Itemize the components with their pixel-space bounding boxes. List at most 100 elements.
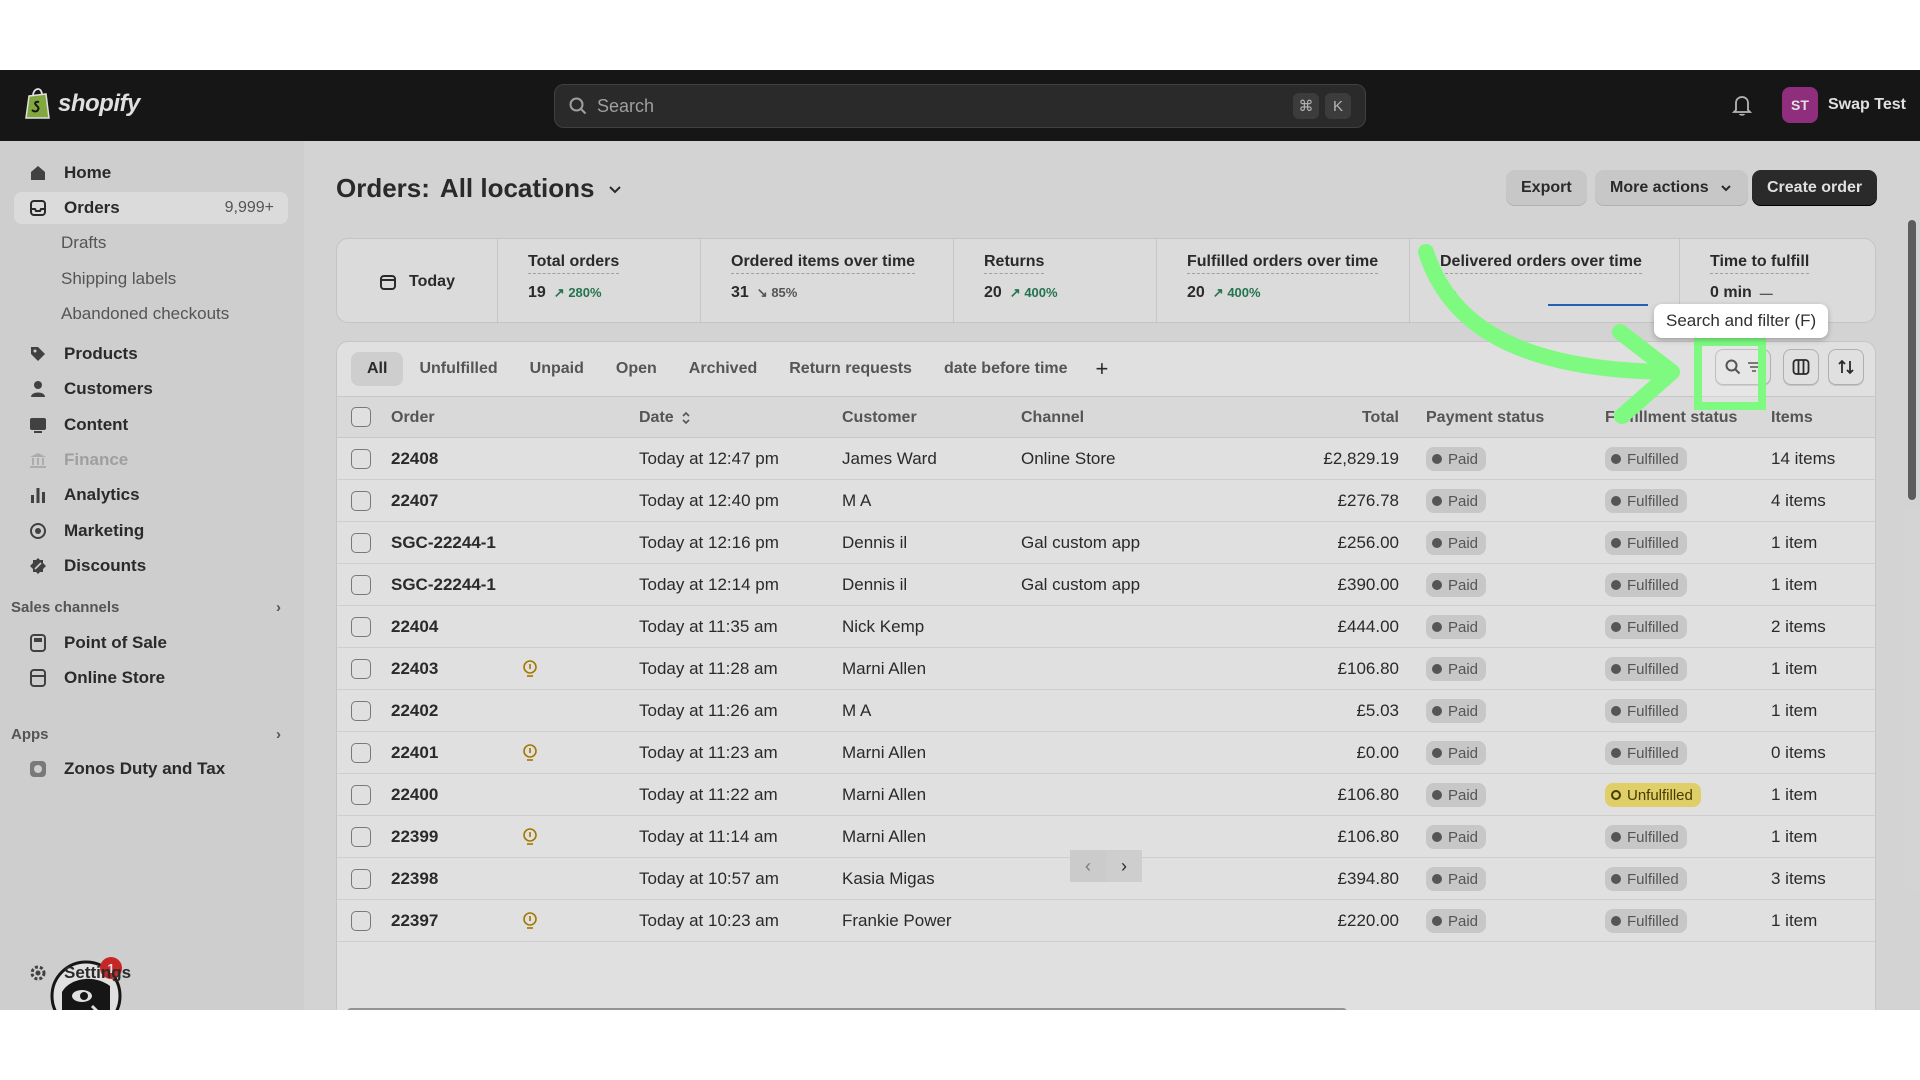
order-channel: Gal custom app [1021, 575, 1141, 594]
add-view-button[interactable]: + [1084, 352, 1121, 386]
order-customer: Kasia Migas [842, 869, 935, 888]
order-total: £394.80 [1337, 869, 1399, 888]
order-number[interactable]: 22404 [391, 617, 438, 637]
row-checkbox[interactable] [351, 785, 371, 805]
sidebar-item-finance[interactable]: Finance [14, 444, 288, 476]
table-row[interactable]: 22397 Today at 10:23 am Frankie Power £220.… [337, 900, 1875, 942]
metric-returns[interactable]: Returns 20 ↗ 400% [953, 239, 1156, 324]
select-all-checkbox[interactable] [351, 407, 371, 427]
column-header-date[interactable]: Date [639, 409, 692, 427]
row-checkbox[interactable] [351, 659, 371, 679]
order-number[interactable]: 22401 [391, 743, 438, 763]
row-checkbox[interactable] [351, 827, 371, 847]
horizontal-scrollbar[interactable] [347, 1008, 1347, 1010]
tab-all[interactable]: All [351, 352, 404, 386]
column-header-items[interactable]: Items [1771, 409, 1813, 427]
sidebar-item-products[interactable]: Products [14, 338, 288, 370]
order-number[interactable]: 22400 [391, 785, 438, 805]
sidebar-item-zonos[interactable]: Zonos Duty and Tax [14, 753, 288, 785]
row-checkbox[interactable] [351, 911, 371, 931]
apps-heading[interactable]: Apps › [11, 726, 285, 743]
column-header-total[interactable]: Total [1317, 409, 1399, 427]
order-number[interactable]: SGC-22244-1 [391, 575, 496, 595]
order-number[interactable]: 22399 [391, 827, 438, 847]
table-row[interactable]: SGC-22244-1 Today at 12:14 pm Dennis il Gal… [337, 564, 1875, 606]
date-range-button[interactable]: Today [337, 239, 497, 324]
tab-unfulfilled[interactable]: Unfulfilled [403, 352, 513, 386]
order-total: £256.00 [1337, 533, 1399, 552]
tab-unpaid[interactable]: Unpaid [514, 352, 600, 386]
sidebar-item-orders[interactable]: Orders 9,999+ [14, 192, 288, 224]
order-customer: M A [842, 491, 872, 510]
tab-archived[interactable]: Archived [673, 352, 773, 386]
note-icon[interactable] [522, 827, 538, 852]
table-row[interactable]: 22403 Today at 11:28 am Marni Allen £106.80… [337, 648, 1875, 690]
order-number[interactable]: 22397 [391, 911, 438, 931]
tab-open[interactable]: Open [600, 352, 673, 386]
fulfillment-status-badge: Fulfilled [1605, 447, 1687, 471]
row-checkbox[interactable] [351, 491, 371, 511]
row-checkbox[interactable] [351, 533, 371, 553]
order-number[interactable]: 22408 [391, 449, 438, 469]
user-menu[interactable]: ST Swap Test [1782, 87, 1906, 123]
fulfillment-status-badge: Fulfilled [1605, 867, 1687, 891]
table-row[interactable]: 22404 Today at 11:35 am Nick Kemp £444.00 Pa… [337, 606, 1875, 648]
order-number[interactable]: 22407 [391, 491, 438, 511]
sidebar-subitem-abandoned-checkouts[interactable]: Abandoned checkouts [61, 304, 229, 324]
next-page-button[interactable]: › [1106, 850, 1142, 882]
shopify-logo[interactable]: shopify [24, 88, 140, 120]
more-actions-button[interactable]: More actions [1595, 170, 1748, 206]
order-number[interactable]: SGC-22244-1 [391, 533, 496, 553]
table-row[interactable]: 22401 Today at 11:23 am Marni Allen £0.00 Pa… [337, 732, 1875, 774]
order-items: 1 item [1771, 785, 1818, 804]
sort-button[interactable] [1828, 349, 1864, 385]
sidebar-subitem-shipping-labels[interactable]: Shipping labels [61, 269, 176, 289]
sidebar-item-point-of-sale[interactable]: Point of Sale [14, 627, 288, 659]
order-date: Today at 11:22 am [639, 785, 778, 804]
sidebar-item-content[interactable]: Content [14, 409, 288, 441]
search-bar[interactable]: Search ⌘ K [554, 84, 1366, 128]
table-row[interactable]: 22408 Today at 12:47 pm James Ward Online S… [337, 438, 1875, 480]
fulfillment-status-label: Fulfilled [1627, 618, 1679, 636]
order-number[interactable]: 22403 [391, 659, 438, 679]
sidebar-subitem-drafts[interactable]: Drafts [61, 233, 106, 253]
row-checkbox[interactable] [351, 743, 371, 763]
sidebar-item-marketing[interactable]: Marketing [14, 515, 288, 547]
column-header-customer[interactable]: Customer [842, 409, 917, 427]
columns-button[interactable] [1783, 349, 1819, 385]
sidebar-item-analytics[interactable]: Analytics [14, 479, 288, 511]
export-button[interactable]: Export [1506, 170, 1587, 206]
previous-page-button[interactable]: ‹ [1070, 850, 1106, 882]
row-checkbox[interactable] [351, 617, 371, 637]
note-icon[interactable] [522, 911, 538, 936]
table-row[interactable]: 22400 Today at 11:22 am Marni Allen £106.80… [337, 774, 1875, 816]
row-checkbox[interactable] [351, 701, 371, 721]
tab-return-requests[interactable]: Return requests [773, 352, 928, 386]
order-number[interactable]: 22402 [391, 701, 438, 721]
table-row[interactable]: 22407 Today at 12:40 pm M A £276.78 Paid Fulf… [337, 480, 1875, 522]
row-checkbox[interactable] [351, 575, 371, 595]
column-header-channel[interactable]: Channel [1021, 409, 1084, 427]
note-icon[interactable] [522, 659, 538, 684]
metric-ordered-items[interactable]: Ordered items over time 31 ↘ 85% [700, 239, 953, 324]
bell-icon[interactable] [1731, 94, 1753, 121]
vertical-scrollbar[interactable] [1908, 220, 1916, 500]
tab-date-before-time[interactable]: date before time [928, 352, 1084, 386]
location-selector[interactable]: All locations [440, 173, 623, 204]
sales-channels-heading[interactable]: Sales channels › [11, 599, 285, 616]
column-header-order[interactable]: Order [391, 409, 435, 427]
note-icon[interactable] [522, 743, 538, 768]
sidebar-item-discounts[interactable]: Discounts [14, 550, 288, 582]
create-order-button[interactable]: Create order [1752, 170, 1878, 206]
sidebar-item-home[interactable]: Home [14, 157, 288, 189]
row-checkbox[interactable] [351, 449, 371, 469]
table-row[interactable]: 22402 Today at 11:26 am M A £5.03 Paid Fulfil… [337, 690, 1875, 732]
metric-total-orders[interactable]: Total orders 19 ↗ 280% [497, 239, 700, 324]
row-checkbox[interactable] [351, 869, 371, 889]
sidebar-item-settings[interactable]: Settings [14, 957, 288, 989]
metric-fulfilled-orders[interactable]: Fulfilled orders over time 20 ↗ 400% [1156, 239, 1409, 324]
sidebar-item-online-store[interactable]: Online Store [14, 662, 288, 694]
order-number[interactable]: 22398 [391, 869, 438, 889]
sidebar-item-customers[interactable]: Customers [14, 373, 288, 405]
table-row[interactable]: SGC-22244-1 Today at 12:16 pm Dennis il Gal… [337, 522, 1875, 564]
